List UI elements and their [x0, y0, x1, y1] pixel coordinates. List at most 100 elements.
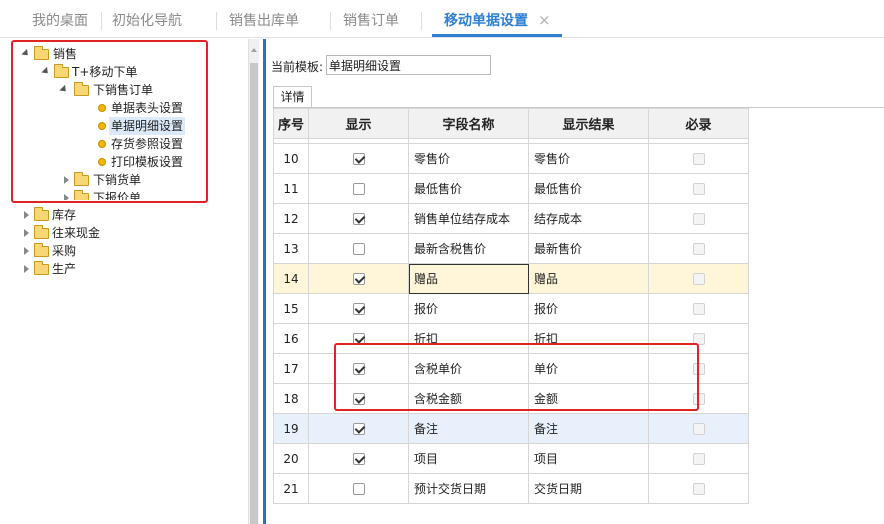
- folder-icon: [34, 225, 49, 239]
- show-cell: [308, 143, 409, 174]
- field-name-cell: 备注: [408, 413, 529, 444]
- tab-mobile-doc-settings[interactable]: 移动单据设置: [444, 10, 528, 34]
- display-result-cell[interactable]: 最低售价: [528, 173, 649, 204]
- template-field[interactable]: [326, 55, 491, 75]
- scrollbar-thumb[interactable]: [250, 63, 258, 524]
- row-number: 16: [273, 323, 309, 354]
- field-name-cell: 项目: [408, 443, 529, 474]
- table-row[interactable]: 21 预计交货日期 交货日期: [273, 473, 749, 504]
- column-header-display-result[interactable]: 显示结果: [528, 108, 649, 139]
- folder-icon: [34, 207, 49, 221]
- required-cell: [648, 443, 749, 474]
- required-cell: [648, 203, 749, 234]
- table-row[interactable]: 10 零售价 零售价: [273, 143, 749, 174]
- tab-init-nav[interactable]: 初始化导航: [112, 10, 182, 34]
- show-checkbox[interactable]: [352, 153, 365, 165]
- column-header-show[interactable]: 显示: [308, 108, 409, 139]
- required-checkbox[interactable]: [692, 183, 705, 195]
- show-cell: [308, 473, 409, 504]
- tab-close-icon[interactable]: ×: [538, 11, 551, 29]
- collapse-triangle-icon[interactable]: [24, 265, 29, 273]
- template-label: 当前模板:: [271, 60, 324, 74]
- row-number: 13: [273, 233, 309, 264]
- show-checkbox[interactable]: [352, 423, 365, 435]
- tab-separator: [421, 12, 422, 30]
- show-cell: [308, 443, 409, 474]
- collapse-triangle-icon[interactable]: [24, 247, 29, 255]
- required-checkbox[interactable]: [692, 303, 705, 315]
- table-row[interactable]: 12 销售单位结存成本 结存成本: [273, 203, 749, 234]
- required-checkbox[interactable]: [692, 243, 705, 255]
- tree-node-inventory[interactable]: 库存: [22, 206, 142, 224]
- tab-sales-order[interactable]: 销售订单: [343, 10, 399, 34]
- table-header-row: 序号 显示 字段名称 显示结果 必录: [273, 108, 749, 139]
- tab-my-desktop[interactable]: 我的桌面: [32, 10, 88, 34]
- required-checkbox[interactable]: [692, 423, 705, 435]
- column-header-field-name[interactable]: 字段名称: [408, 108, 529, 139]
- display-result-cell[interactable]: 交货日期: [528, 473, 649, 504]
- required-checkbox[interactable]: [692, 213, 705, 225]
- show-cell: [308, 173, 409, 204]
- show-checkbox[interactable]: [352, 213, 365, 225]
- field-name-cell: 报价: [408, 293, 529, 324]
- row-number: 18: [273, 383, 309, 414]
- column-header-no[interactable]: 序号: [273, 108, 309, 139]
- row-number: 19: [273, 413, 309, 444]
- tree-node-production[interactable]: 生产: [22, 260, 142, 278]
- display-result-cell[interactable]: 报价: [528, 293, 649, 324]
- show-checkbox[interactable]: [352, 483, 365, 495]
- display-result-cell[interactable]: 项目: [528, 443, 649, 474]
- required-checkbox[interactable]: [692, 153, 705, 165]
- table-row[interactable]: 19 备注 备注: [273, 413, 749, 444]
- collapse-triangle-icon[interactable]: [24, 229, 29, 237]
- required-cell: [648, 293, 749, 324]
- show-checkbox[interactable]: [352, 273, 365, 285]
- table-row[interactable]: 15 报价 报价: [273, 293, 749, 324]
- row-number: 21: [273, 473, 309, 504]
- tab-detail[interactable]: 详情: [273, 86, 312, 108]
- display-result-cell[interactable]: 结存成本: [528, 203, 649, 234]
- field-name-cell: 赠品: [408, 263, 529, 294]
- row-number: 11: [273, 173, 309, 204]
- table-row[interactable]: 14 赠品 赠品: [273, 263, 749, 294]
- panel-splitter[interactable]: [263, 39, 266, 524]
- tree-scrollbar[interactable]: [248, 39, 259, 524]
- required-checkbox[interactable]: [692, 273, 705, 285]
- required-cell: [648, 413, 749, 444]
- scroll-up-icon[interactable]: [251, 48, 257, 52]
- collapse-triangle-icon[interactable]: [24, 211, 29, 219]
- tab-separator: [216, 12, 217, 30]
- show-checkbox[interactable]: [352, 453, 365, 465]
- show-cell: [308, 293, 409, 324]
- tab-sales-outbound[interactable]: 销售出库单: [229, 10, 299, 34]
- show-cell: [308, 263, 409, 294]
- field-name-cell: 预计交货日期: [408, 473, 529, 504]
- required-checkbox[interactable]: [692, 483, 705, 495]
- show-cell: [308, 413, 409, 444]
- display-result-cell[interactable]: 备注: [528, 413, 649, 444]
- show-checkbox[interactable]: [352, 303, 365, 315]
- required-cell: [648, 263, 749, 294]
- table-row[interactable]: 20 项目 项目: [273, 443, 749, 474]
- show-checkbox[interactable]: [352, 243, 365, 255]
- annotation-box-grid: [334, 343, 699, 411]
- table-row[interactable]: 13 最新含税售价 最新售价: [273, 233, 749, 264]
- display-result-cell[interactable]: 赠品: [528, 263, 649, 294]
- row-number: 20: [273, 443, 309, 474]
- annotation-box-tree: [11, 40, 208, 203]
- folder-icon: [34, 261, 49, 275]
- tree-node-cash[interactable]: 往来现金: [22, 224, 142, 242]
- display-result-cell[interactable]: 最新售价: [528, 233, 649, 264]
- required-checkbox[interactable]: [692, 453, 705, 465]
- tab-bar: 我的桌面 初始化导航 销售出库单 销售订单 移动单据设置 ×: [0, 0, 884, 38]
- required-cell: [648, 173, 749, 204]
- required-cell: [648, 143, 749, 174]
- show-checkbox[interactable]: [352, 183, 365, 195]
- table-row[interactable]: 11 最低售价 最低售价: [273, 173, 749, 204]
- display-result-cell[interactable]: 零售价: [528, 143, 649, 174]
- row-number: 12: [273, 203, 309, 234]
- tree-node-purchase[interactable]: 采购: [22, 242, 142, 260]
- field-name-cell: 最新含税售价: [408, 233, 529, 264]
- show-cell: [308, 203, 409, 234]
- column-header-required[interactable]: 必录: [648, 108, 749, 139]
